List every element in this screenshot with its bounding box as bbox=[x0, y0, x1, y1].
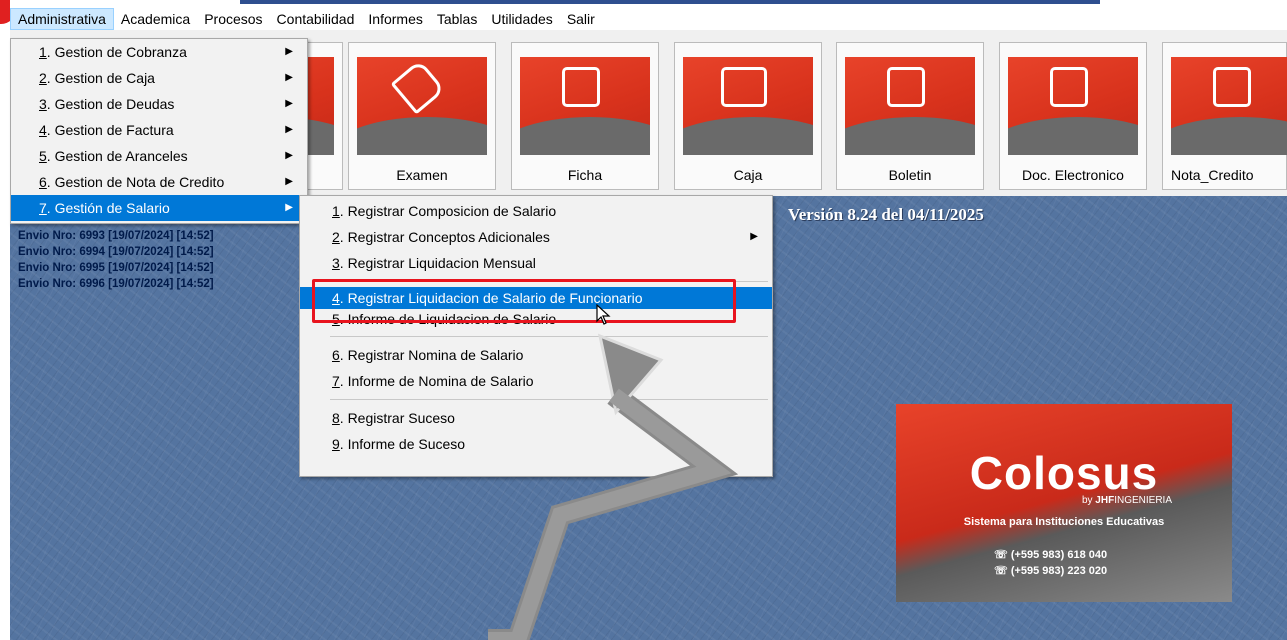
shopping-bag-icon bbox=[887, 67, 925, 107]
shopping-bag-icon bbox=[1050, 67, 1088, 107]
shopping-bag-icon bbox=[1213, 67, 1251, 107]
document-hand-icon bbox=[562, 67, 600, 107]
mouse-cursor-icon bbox=[596, 304, 611, 325]
annotation-arrow-icon bbox=[488, 333, 739, 640]
cash-register-icon bbox=[721, 67, 767, 107]
